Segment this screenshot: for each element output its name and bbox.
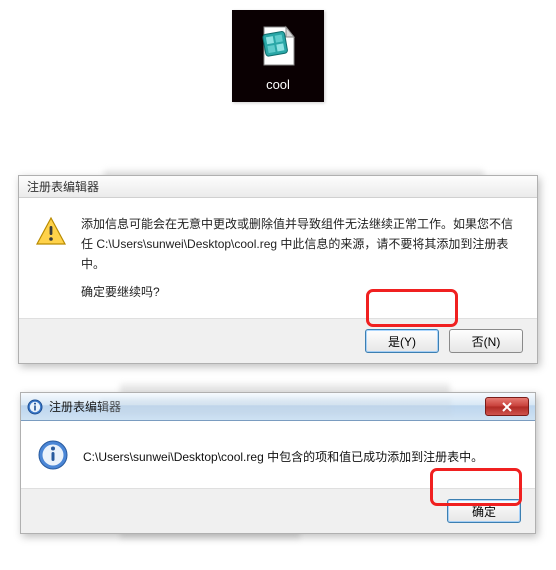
dialog-footer: 是(Y) 否(N) [19, 318, 537, 363]
message-line-1: 添加信息可能会在无意中更改或删除值并导致组件无法继续正常工作。如果您不信任 C:… [81, 214, 521, 274]
dialog-title: 注册表编辑器 [27, 180, 99, 194]
reg-file-icon [258, 25, 298, 67]
desktop-file-label: cool [266, 77, 290, 92]
dialog-message: C:\Users\sunwei\Desktop\cool.reg 中包含的项和值… [83, 448, 519, 465]
dialog-title: 注册表编辑器 [49, 398, 121, 415]
message-line-2: 确定要继续吗? [81, 282, 521, 302]
yes-button[interactable]: 是(Y) [365, 329, 439, 353]
close-button[interactable] [485, 397, 529, 416]
dialog-titlebar: 注册表编辑器 [19, 176, 537, 198]
regedit-warning-dialog: 注册表编辑器 添加信息可能会在无意中更改或删除值并导致组件无法继续正常工作。如果… [18, 175, 538, 364]
no-button[interactable]: 否(N) [449, 329, 523, 353]
dialog-message: 添加信息可能会在无意中更改或删除值并导致组件无法继续正常工作。如果您不信任 C:… [81, 214, 521, 310]
warning-icon [35, 216, 67, 310]
info-icon [27, 399, 43, 415]
dialog-titlebar[interactable]: 注册表编辑器 [21, 393, 535, 421]
info-icon [37, 439, 69, 474]
dialog-footer: 确定 [21, 488, 535, 533]
desktop-file-cool[interactable]: cool [232, 10, 324, 102]
close-icon [501, 402, 513, 412]
regedit-success-dialog: 注册表编辑器 C:\Users\sunwei\Desktop\cool.reg … [20, 392, 536, 534]
titlebar-blur [101, 399, 451, 415]
ok-button[interactable]: 确定 [447, 499, 521, 523]
